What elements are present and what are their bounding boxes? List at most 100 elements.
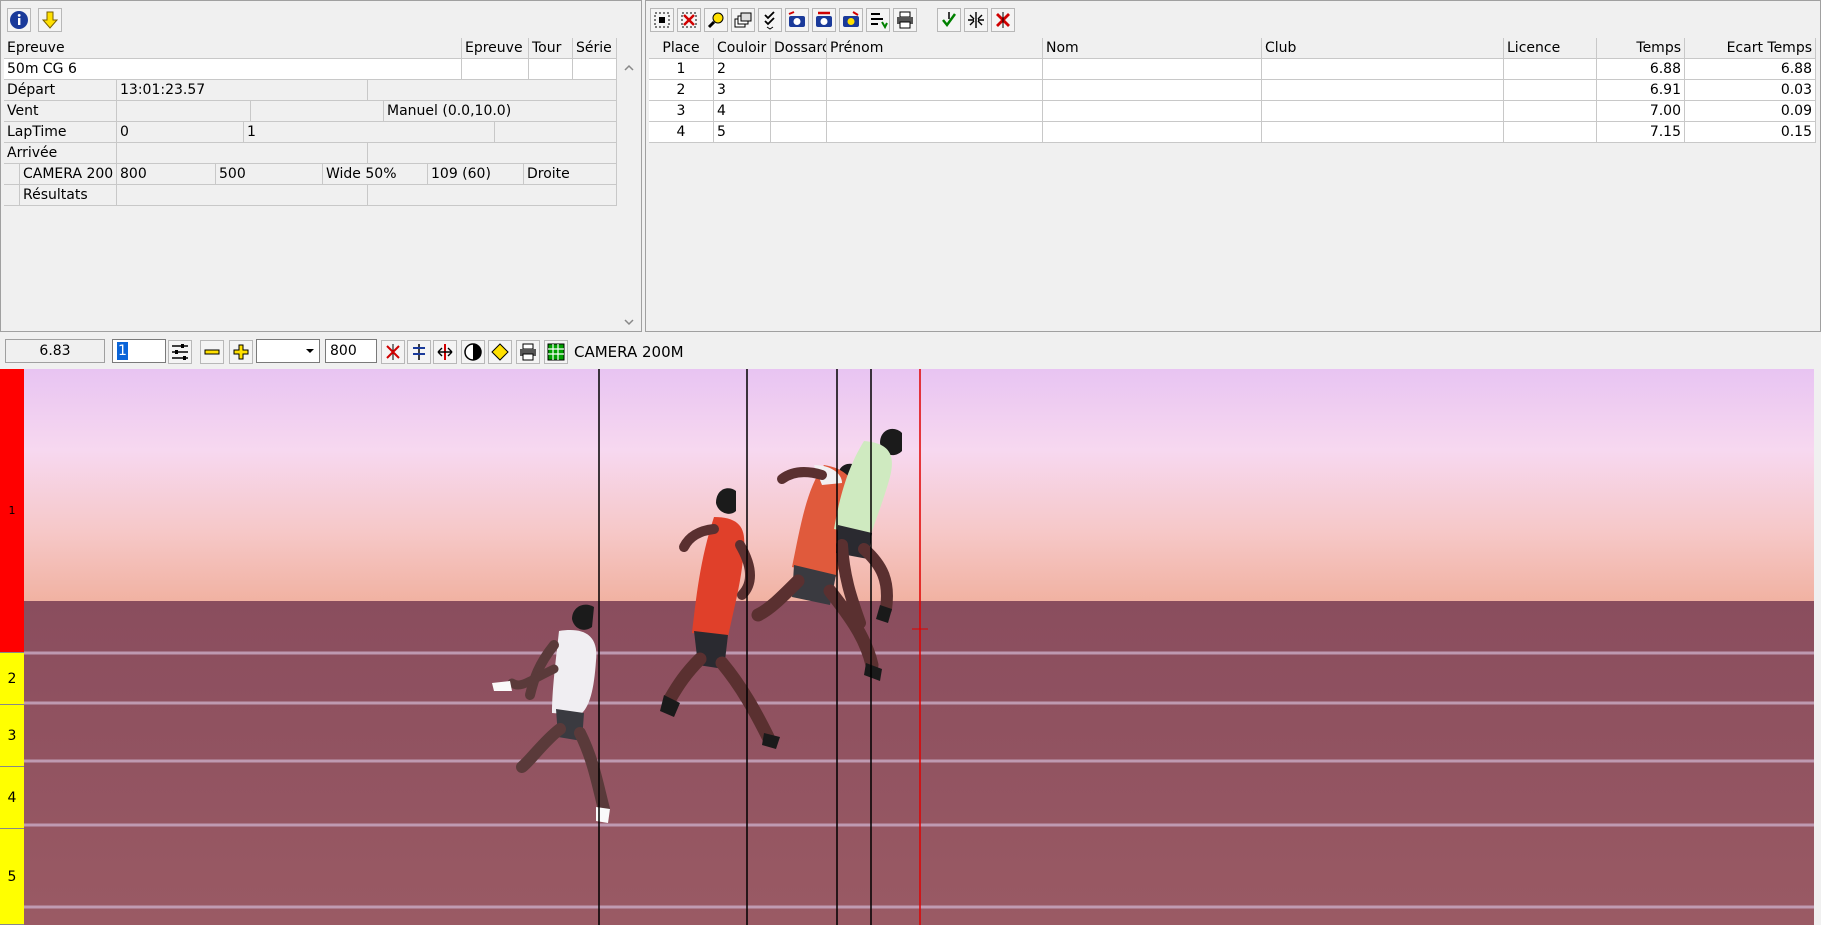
result-cell-club[interactable] bbox=[1262, 59, 1504, 80]
zoom-button[interactable] bbox=[704, 8, 728, 32]
camera-value-5[interactable]: Droite bbox=[524, 164, 617, 185]
brightness-button[interactable] bbox=[488, 340, 512, 364]
col-club[interactable]: Club bbox=[1262, 38, 1504, 59]
print-button[interactable] bbox=[893, 8, 917, 32]
grid-button[interactable] bbox=[544, 340, 568, 364]
lane-marker-4[interactable]: 4 bbox=[0, 767, 24, 829]
col-couloir[interactable]: Couloir bbox=[714, 38, 771, 59]
vent-mode[interactable]: Manuel (0.0,10.0) bbox=[384, 101, 617, 122]
result-cell-couloir[interactable]: 2 bbox=[714, 59, 771, 80]
result-cell-temps[interactable]: 7.15 bbox=[1597, 122, 1685, 143]
col-nom[interactable]: Nom bbox=[1043, 38, 1262, 59]
info-button[interactable] bbox=[7, 8, 31, 32]
result-cell-nom[interactable] bbox=[1043, 101, 1262, 122]
result-cell-ecart[interactable]: 0.09 bbox=[1685, 101, 1816, 122]
laptime-value-2[interactable]: 1 bbox=[244, 122, 495, 143]
check-list-button[interactable] bbox=[758, 8, 782, 32]
layers-button[interactable] bbox=[731, 8, 755, 32]
measure-button[interactable] bbox=[433, 340, 457, 364]
result-cell-couloir[interactable]: 4 bbox=[714, 101, 771, 122]
resultats-value[interactable] bbox=[117, 185, 368, 206]
camera-red-button[interactable] bbox=[812, 8, 836, 32]
result-cell-nom[interactable] bbox=[1043, 122, 1262, 143]
result-cell-ecart[interactable]: 6.88 bbox=[1685, 59, 1816, 80]
camera-yellow-button[interactable] bbox=[839, 8, 863, 32]
result-cell-licence[interactable] bbox=[1504, 80, 1597, 101]
camera-value-3[interactable]: Wide 50% bbox=[323, 164, 428, 185]
camera-value-4[interactable]: 109 (60) bbox=[428, 164, 524, 185]
result-cell-couloir[interactable]: 3 bbox=[714, 80, 771, 101]
viewer-print-button[interactable] bbox=[516, 340, 540, 364]
result-cell-prenom[interactable] bbox=[827, 101, 1043, 122]
result-cell-dossard[interactable] bbox=[771, 101, 827, 122]
scroll-up-icon[interactable] bbox=[620, 59, 638, 77]
lane-marker-5[interactable]: 5 bbox=[0, 829, 24, 925]
result-cell-couloir[interactable]: 5 bbox=[714, 122, 771, 143]
vent-field-2[interactable] bbox=[251, 101, 384, 122]
col-dossard[interactable]: Dossard bbox=[771, 38, 827, 59]
result-cell-nom[interactable] bbox=[1043, 80, 1262, 101]
result-cell-place[interactable]: 4 bbox=[649, 122, 714, 143]
camera-value-2[interactable]: 500 bbox=[216, 164, 323, 185]
col-prenom[interactable]: Prénom bbox=[827, 38, 1043, 59]
photo-finish-viewer[interactable]: 1 2 3 4 5 bbox=[0, 369, 1821, 925]
zoom-out-button[interactable] bbox=[200, 340, 224, 364]
result-cell-dossard[interactable] bbox=[771, 80, 827, 101]
result-cell-club[interactable] bbox=[1262, 80, 1504, 101]
result-cell-licence[interactable] bbox=[1504, 122, 1597, 143]
result-cell-temps[interactable]: 6.88 bbox=[1597, 59, 1685, 80]
lane-marker-3[interactable]: 3 bbox=[0, 705, 24, 767]
contrast-button[interactable] bbox=[461, 340, 485, 364]
delete-frame-button[interactable] bbox=[677, 8, 701, 32]
col-ecart[interactable]: Ecart Temps bbox=[1685, 38, 1816, 59]
event-name-field[interactable]: 50m CG 6 bbox=[4, 59, 462, 80]
round-field[interactable] bbox=[529, 59, 573, 80]
zoom-in-button[interactable] bbox=[229, 340, 253, 364]
lane-marker-2[interactable]: 2 bbox=[0, 653, 24, 705]
mode-dropdown[interactable] bbox=[256, 339, 320, 363]
col-place[interactable]: Place bbox=[649, 38, 714, 59]
result-cell-place[interactable]: 2 bbox=[649, 80, 714, 101]
clear-marks-button[interactable] bbox=[381, 340, 405, 364]
result-cell-prenom[interactable] bbox=[827, 122, 1043, 143]
split-button[interactable] bbox=[964, 8, 988, 32]
camera-value-1[interactable]: 800 bbox=[117, 164, 216, 185]
vent-field-1[interactable] bbox=[117, 101, 251, 122]
zoom-input[interactable]: 800 bbox=[325, 339, 377, 363]
event-panel-scrollbar[interactable] bbox=[620, 59, 638, 331]
result-cell-dossard[interactable] bbox=[771, 59, 827, 80]
col-temps[interactable]: Temps bbox=[1597, 38, 1685, 59]
event-number-field[interactable] bbox=[462, 59, 529, 80]
result-cell-ecart[interactable]: 0.15 bbox=[1685, 122, 1816, 143]
result-cell-nom[interactable] bbox=[1043, 59, 1262, 80]
scroll-down-icon[interactable] bbox=[620, 313, 638, 331]
heat-field[interactable] bbox=[573, 59, 617, 80]
result-cell-prenom[interactable] bbox=[827, 59, 1043, 80]
lane-marker-1[interactable]: 1 bbox=[0, 369, 24, 653]
result-cell-club[interactable] bbox=[1262, 122, 1504, 143]
result-cell-licence[interactable] bbox=[1504, 101, 1597, 122]
col-licence[interactable]: Licence bbox=[1504, 38, 1597, 59]
result-cell-temps[interactable]: 7.00 bbox=[1597, 101, 1685, 122]
remove-button[interactable] bbox=[991, 8, 1015, 32]
settings-list-button[interactable] bbox=[168, 340, 192, 364]
result-cell-ecart[interactable]: 0.03 bbox=[1685, 80, 1816, 101]
sort-list-button[interactable] bbox=[866, 8, 890, 32]
result-cell-licence[interactable] bbox=[1504, 59, 1597, 80]
frame-select-button[interactable] bbox=[650, 8, 674, 32]
depart-time[interactable]: 13:01:23.57 bbox=[117, 80, 368, 101]
result-cell-place[interactable]: 1 bbox=[649, 59, 714, 80]
result-cell-club[interactable] bbox=[1262, 101, 1504, 122]
result-cell-prenom[interactable] bbox=[827, 80, 1043, 101]
frame-input[interactable]: 1 bbox=[112, 339, 166, 363]
import-button[interactable] bbox=[38, 8, 62, 32]
finish-photo[interactable] bbox=[24, 369, 1814, 925]
result-cell-place[interactable]: 3 bbox=[649, 101, 714, 122]
result-cell-dossard[interactable] bbox=[771, 122, 827, 143]
laptime-value-1[interactable]: 0 bbox=[117, 122, 244, 143]
arrivee-value[interactable] bbox=[117, 143, 368, 164]
result-cell-temps[interactable]: 6.91 bbox=[1597, 80, 1685, 101]
validate-button[interactable] bbox=[937, 8, 961, 32]
camera-blue-button[interactable] bbox=[785, 8, 809, 32]
lane-tool-button[interactable] bbox=[407, 340, 431, 364]
